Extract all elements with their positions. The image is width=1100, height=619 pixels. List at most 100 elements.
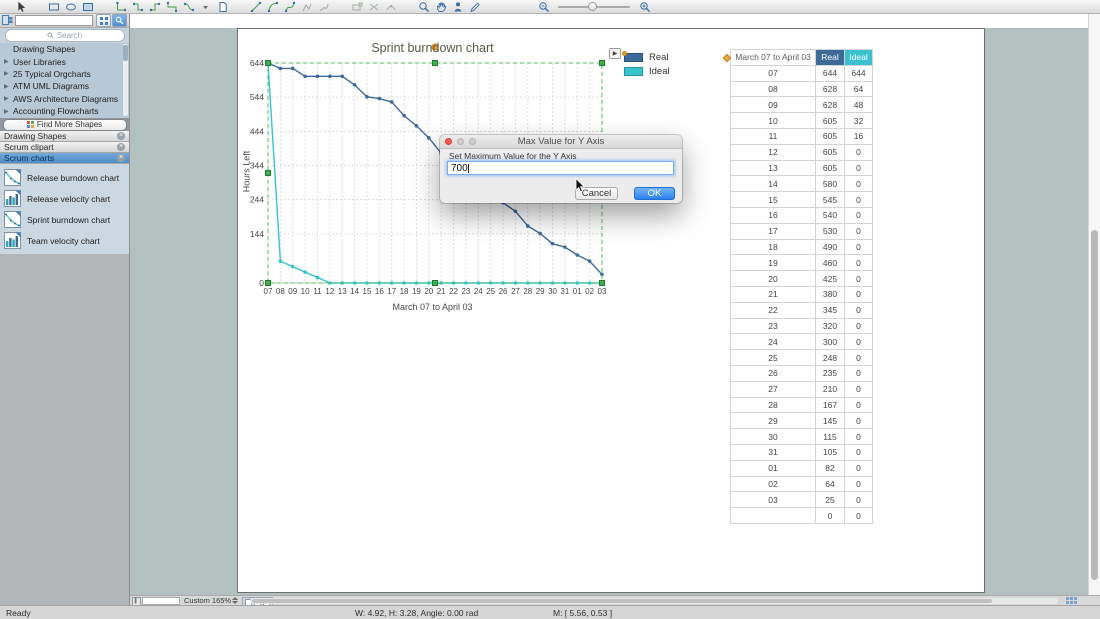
chart-legend[interactable]: Real Ideal (622, 51, 670, 80)
smart-connector-tool-icon[interactable] (112, 1, 129, 13)
table-row[interactable]: 30 115 0 (730, 428, 873, 445)
elbow-connector-2-tool-icon[interactable] (146, 1, 163, 13)
library-item[interactable]: Sprint burndown chart (0, 209, 129, 230)
table-row[interactable]: 11 605 16 (730, 127, 873, 145)
sidebar-tree-item[interactable]: ▶ AWS Architecture Diagrams (0, 93, 129, 105)
library-section-drawing-shapes[interactable]: Drawing Shapes × (0, 131, 129, 142)
ellipse-tool-icon[interactable] (62, 1, 79, 13)
stepper-down-icon[interactable] (232, 601, 238, 604)
table-row[interactable]: 00 (730, 507, 873, 524)
library-item[interactable]: Team velocity chart (0, 230, 129, 251)
format-painter-tool-icon[interactable] (449, 1, 466, 13)
tree-scrollbar-thumb[interactable] (123, 45, 128, 61)
library-item[interactable]: Release velocity chart (0, 188, 129, 209)
table-row[interactable]: 31 105 0 (730, 443, 873, 461)
connector-options-caret-icon[interactable] (197, 1, 214, 13)
stepper-up-icon[interactable] (232, 597, 238, 600)
selection-handle[interactable] (432, 280, 438, 286)
table-row[interactable]: 19 460 0 (730, 254, 873, 272)
sidebar-tree-item[interactable]: ▶ Accounting Flowcharts (0, 105, 129, 117)
close-library-icon[interactable]: × (117, 154, 125, 162)
rectangle-tool-icon[interactable] (45, 1, 62, 13)
table-row[interactable]: 09 628 48 (730, 96, 873, 114)
selection-handle[interactable] (265, 280, 271, 286)
table-row[interactable]: 15 545 0 (730, 191, 873, 208)
table-row[interactable]: 10 605 32 (730, 112, 873, 129)
table-row[interactable]: 03 25 0 (730, 491, 873, 509)
zoom-out-icon[interactable] (535, 1, 552, 13)
polyline-tool-icon[interactable] (298, 1, 315, 13)
tree-connector-tool-icon[interactable] (163, 1, 180, 13)
join-tool-icon[interactable] (382, 1, 399, 13)
selection-handle[interactable] (432, 60, 438, 66)
horizontal-scrollbar[interactable] (250, 598, 1058, 604)
table-row[interactable]: 18 490 0 (730, 238, 873, 256)
ok-button[interactable]: OK (634, 187, 675, 200)
search-button[interactable] (112, 14, 127, 27)
table-row[interactable]: 02 64 0 (730, 475, 873, 493)
zoom-slider-track[interactable] (558, 1, 630, 11)
horizontal-scrollbar-thumb[interactable] (252, 599, 992, 603)
grid-view-button[interactable] (96, 14, 111, 27)
dialog-titlebar[interactable]: Max Value for Y Axis (440, 135, 682, 149)
table-row[interactable]: 20 425 0 (730, 270, 873, 287)
table-row[interactable]: 21 380 0 (730, 285, 873, 303)
table-row[interactable]: 25 248 0 (730, 349, 873, 366)
table-row[interactable]: 29 145 0 (730, 412, 873, 430)
pan-tool-icon[interactable] (432, 1, 449, 13)
picture-tool-icon[interactable] (79, 1, 96, 13)
curved-connector-tool-icon[interactable] (180, 1, 197, 13)
trim-tool-icon[interactable] (365, 1, 382, 13)
zoom-in-icon[interactable] (636, 1, 653, 13)
zoom-tool-icon[interactable] (415, 1, 432, 13)
library-section-scrum-clipart[interactable]: Scrum clipart × (0, 142, 129, 153)
search-input[interactable]: Search (4, 29, 125, 42)
find-more-shapes-button[interactable]: Find More Shapes (2, 118, 127, 131)
library-item[interactable]: Release burndown chart (0, 167, 129, 188)
pages-grid-icon[interactable] (1066, 597, 1077, 604)
library-section-scrum-charts[interactable]: Scrum charts × (0, 153, 129, 164)
table-row[interactable]: 08 628 64 (730, 80, 873, 98)
pencil-tool-icon[interactable] (466, 1, 483, 13)
freehand-tool-icon[interactable] (315, 1, 332, 13)
zoom-slider-knob[interactable] (588, 1, 597, 11)
arc-tool-icon[interactable] (264, 1, 281, 13)
burndown-data-table[interactable]: March 07 to April 03 Real Ideal 07 644 644… (730, 49, 873, 524)
close-library-icon[interactable]: × (117, 143, 125, 151)
vertical-scrollbar[interactable] (1088, 14, 1100, 595)
sidebar-tree-item[interactable]: ▶ User Libraries (0, 55, 129, 67)
bezier-tool-icon[interactable] (281, 1, 298, 13)
select-tool-icon[interactable] (12, 1, 29, 13)
table-row[interactable]: 01 82 0 (730, 459, 873, 477)
selection-handle[interactable] (265, 60, 271, 66)
selection-handle[interactable] (599, 280, 605, 286)
table-row[interactable]: 27 210 0 (730, 380, 873, 398)
sidebar-tree-item[interactable]: Drawing Shapes (0, 43, 129, 55)
max-value-input[interactable] (447, 161, 674, 175)
sidebar-tree-item[interactable]: ▶ ATM UML Diagrams (0, 80, 129, 92)
table-row[interactable]: 26 235 0 (730, 364, 873, 382)
selection-handle[interactable] (599, 60, 605, 66)
table-row[interactable]: 07 644 644 (730, 64, 873, 82)
elbow-connector-tool-icon[interactable] (129, 1, 146, 13)
table-row[interactable]: 23 320 0 (730, 317, 873, 335)
selection-handle[interactable] (265, 170, 271, 176)
table-row[interactable]: 24 300 0 (730, 333, 873, 351)
table-row[interactable]: 13 605 0 (730, 159, 873, 177)
table-row[interactable]: 22 345 0 (730, 301, 873, 319)
table-row[interactable]: 28 167 0 (730, 396, 873, 414)
close-library-icon[interactable]: × (117, 132, 125, 140)
line-tool-icon[interactable] (247, 1, 264, 13)
page-tool-icon[interactable] (214, 1, 231, 13)
vertical-scrollbar-thumb[interactable] (1091, 230, 1098, 580)
chart-action-button[interactable]: ▶ (609, 48, 621, 59)
table-row[interactable]: 14 580 0 (730, 175, 873, 193)
table-row[interactable]: 17 530 0 (730, 222, 873, 240)
library-panel-icon[interactable] (2, 12, 13, 30)
zoom-level-label[interactable]: Custom 165% (184, 596, 231, 605)
zoom-stepper[interactable] (232, 597, 238, 604)
sidebar-tree-item[interactable]: ▶ 25 Typical Orgcharts (0, 68, 129, 80)
page-name-field[interactable] (142, 597, 180, 605)
table-row[interactable]: 16 540 0 (730, 206, 873, 224)
library-filter-field[interactable] (15, 15, 93, 26)
